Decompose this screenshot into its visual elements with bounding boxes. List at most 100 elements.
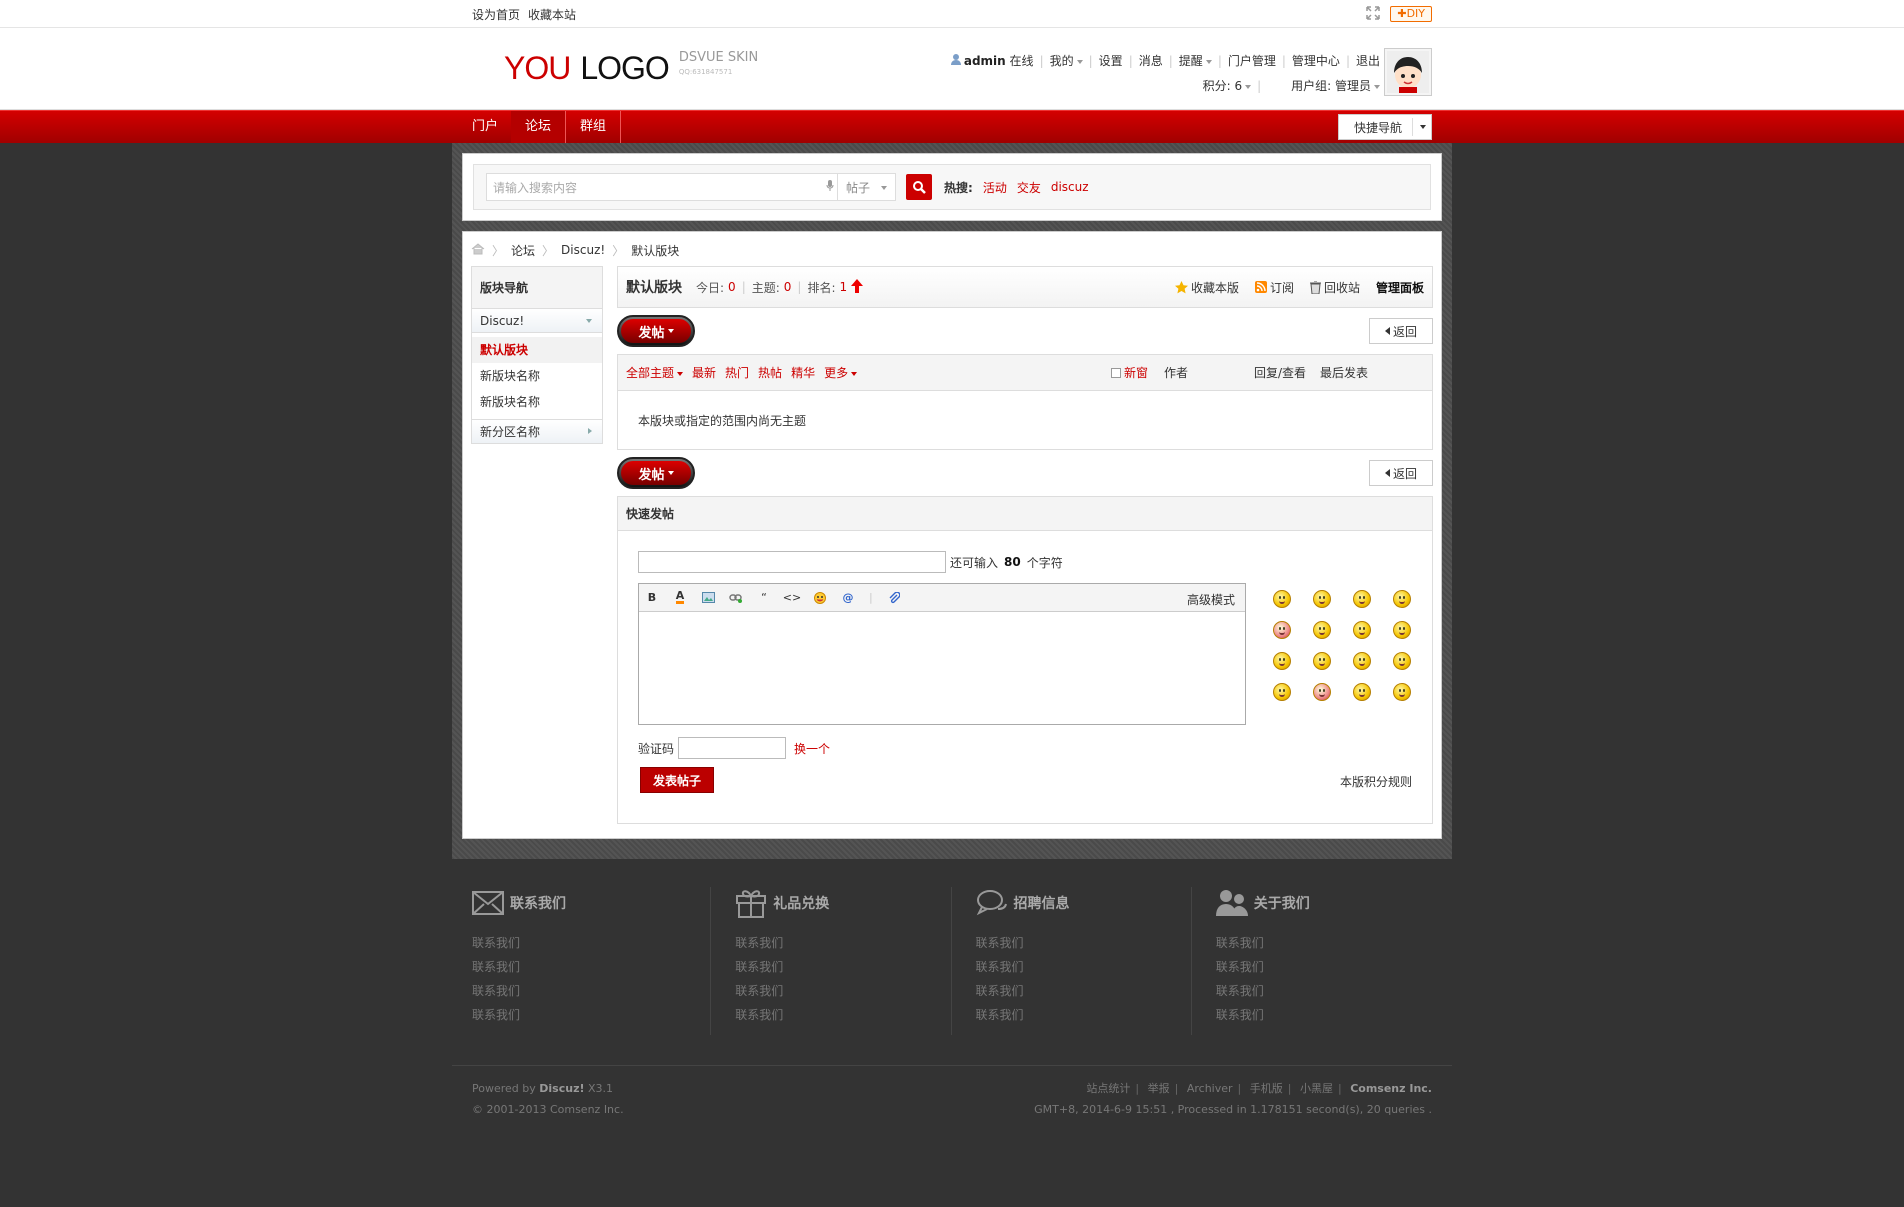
filter-hot[interactable]: 热门 (725, 364, 749, 381)
diy-button[interactable]: ✚DIY (1390, 6, 1432, 22)
sidebar-item-new-2[interactable]: 新版块名称 (472, 389, 602, 415)
search-button[interactable] (906, 174, 932, 200)
footer-link[interactable]: 联系我们 (735, 1003, 950, 1027)
search-input[interactable]: 请输入搜索内容 (487, 179, 823, 196)
subject-input[interactable] (638, 551, 946, 573)
credits-menu[interactable]: 积分: 6 | (1203, 77, 1268, 94)
captcha-refresh-link[interactable]: 换一个 (794, 740, 830, 757)
smiley-icon[interactable] (1350, 680, 1374, 704)
quote-icon[interactable]: “ (757, 591, 771, 605)
message-textarea[interactable] (639, 612, 1245, 724)
site-logo[interactable]: YOU LOGO DSVUE SKIN QQ:631847571 (504, 50, 758, 87)
sidebar-item-default[interactable]: 默认版块 (472, 337, 602, 363)
smiley-icon[interactable] (1350, 587, 1374, 611)
breadcrumb-forum[interactable]: 论坛 (511, 242, 535, 259)
settings-link[interactable]: 设置 (1099, 52, 1123, 69)
recycle-button[interactable]: 回收站 (1309, 279, 1360, 296)
hot-link-1[interactable]: 活动 (983, 179, 1007, 196)
microphone-icon[interactable] (823, 179, 837, 195)
messages-link[interactable]: 消息 (1139, 52, 1163, 69)
font-color-icon[interactable]: A (673, 590, 687, 605)
sidebar-group-new[interactable]: 新分区名称 (472, 419, 602, 443)
footer-link[interactable]: 联系我们 (472, 955, 710, 979)
smiley-icon[interactable] (1270, 587, 1294, 611)
smiley-icon[interactable] (1390, 680, 1414, 704)
fullscreen-icon[interactable] (1366, 5, 1381, 23)
submit-post-button[interactable]: 发表帖子 (640, 767, 714, 793)
footer-link[interactable]: 联系我们 (976, 979, 1191, 1003)
link-icon[interactable] (729, 591, 743, 605)
new-post-button[interactable]: 发帖 (617, 315, 695, 347)
smiley-icon[interactable] (1350, 618, 1374, 642)
smiley-icon[interactable] (1270, 649, 1294, 673)
footer-link[interactable]: 联系我们 (976, 1003, 1191, 1027)
footer-link[interactable]: 联系我们 (1216, 931, 1432, 955)
discuz-link[interactable]: Discuz! (539, 1082, 584, 1095)
breadcrumb-current[interactable]: 默认版块 (631, 242, 679, 259)
footer-archiver-link[interactable]: Archiver (1187, 1082, 1233, 1095)
manage-panel-link[interactable]: 管理面板 (1376, 279, 1424, 296)
footer-link[interactable]: 联系我们 (472, 979, 710, 1003)
quick-nav-button[interactable]: 快捷导航 (1338, 114, 1432, 140)
username-link[interactable]: admin (964, 54, 1006, 68)
credit-rules-link[interactable]: 本版积分规则 (1340, 773, 1412, 790)
smiley-icon[interactable] (1270, 680, 1294, 704)
footer-link[interactable]: 联系我们 (976, 955, 1191, 979)
footer-blackroom-link[interactable]: 小黑屋 (1300, 1082, 1333, 1095)
remind-menu[interactable]: 提醒 (1179, 52, 1212, 69)
favorite-forum-button[interactable]: 收藏本版 (1174, 279, 1239, 296)
sidebar-group-discuz[interactable]: Discuz! (472, 309, 602, 333)
footer-link[interactable]: 联系我们 (1216, 955, 1432, 979)
smiley-icon[interactable] (1390, 587, 1414, 611)
footer-link[interactable]: 联系我们 (472, 931, 710, 955)
new-post-button-bottom[interactable]: 发帖 (617, 457, 695, 489)
bold-icon[interactable]: B (645, 591, 659, 605)
hot-link-2[interactable]: 交友 (1017, 179, 1041, 196)
footer-report-link[interactable]: 举报 (1148, 1082, 1170, 1095)
company-link[interactable]: Comsenz Inc. (1350, 1082, 1432, 1095)
smiley-icon[interactable] (1310, 587, 1334, 611)
smiley-icon[interactable] (1390, 618, 1414, 642)
search-type-select[interactable]: 帖子 (837, 174, 895, 200)
smiley-icon[interactable] (1390, 649, 1414, 673)
filter-all[interactable]: 全部主题 (626, 364, 684, 381)
hot-link-3[interactable]: discuz (1051, 180, 1089, 194)
footer-link[interactable]: 联系我们 (1216, 1003, 1432, 1027)
avatar[interactable] (1384, 48, 1432, 96)
filter-hot-post[interactable]: 热帖 (758, 364, 782, 381)
breadcrumb-discuz[interactable]: Discuz! (561, 243, 605, 257)
bookmark-link[interactable]: 收藏本站 (528, 6, 576, 23)
smiley-icon[interactable] (1310, 680, 1334, 704)
back-button-bottom[interactable]: 返回 (1369, 460, 1433, 486)
footer-link[interactable]: 联系我们 (735, 931, 950, 955)
smiley-icon[interactable] (1350, 649, 1374, 673)
logout-link[interactable]: 退出 (1356, 52, 1380, 69)
new-window-checkbox[interactable]: 新窗 (1110, 364, 1148, 381)
back-button[interactable]: 返回 (1369, 318, 1433, 344)
footer-mobile-link[interactable]: 手机版 (1250, 1082, 1283, 1095)
footer-stats-link[interactable]: 站点统计 (1086, 1082, 1130, 1095)
my-menu[interactable]: 我的 (1050, 52, 1083, 69)
admin-center-link[interactable]: 管理中心 (1292, 52, 1340, 69)
filter-more[interactable]: 更多 (824, 364, 858, 381)
usergroup-menu[interactable]: 用户组: 管理员 (1291, 77, 1380, 94)
smiley-icon[interactable] (1310, 649, 1334, 673)
filter-newest[interactable]: 最新 (692, 364, 716, 381)
home-icon[interactable] (471, 242, 485, 258)
footer-link[interactable]: 联系我们 (735, 979, 950, 1003)
image-icon[interactable] (701, 591, 715, 605)
smiley-icon[interactable] (1310, 618, 1334, 642)
footer-link[interactable]: 联系我们 (976, 931, 1191, 955)
portal-admin-link[interactable]: 门户管理 (1228, 52, 1276, 69)
code-icon[interactable]: <> (783, 591, 801, 605)
footer-link[interactable]: 联系我们 (735, 955, 950, 979)
set-home-link[interactable]: 设为首页 (472, 6, 520, 23)
nav-group[interactable]: 群组 (580, 111, 622, 143)
sidebar-item-new-1[interactable]: 新版块名称 (472, 363, 602, 389)
captcha-input[interactable] (678, 737, 787, 759)
smiley-icon[interactable] (813, 591, 827, 605)
footer-link[interactable]: 联系我们 (1216, 979, 1432, 1003)
filter-digest[interactable]: 精华 (791, 364, 815, 381)
mention-icon[interactable]: @ (841, 591, 855, 605)
footer-link[interactable]: 联系我们 (472, 1003, 710, 1027)
